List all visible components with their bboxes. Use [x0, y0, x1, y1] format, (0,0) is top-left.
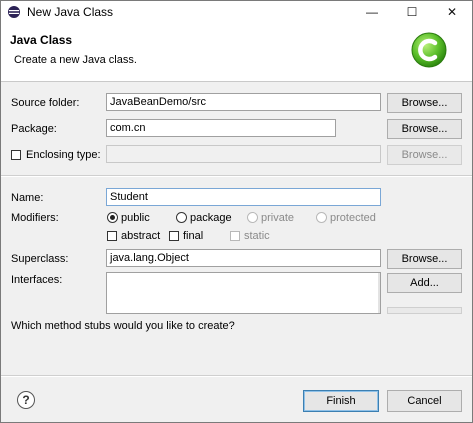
private-label: private [261, 212, 295, 224]
static-checkbox[interactable] [230, 231, 240, 241]
window-title: New Java Class [27, 5, 114, 19]
static-label: static [244, 230, 270, 242]
enclosing-type-label: Enclosing type: [26, 149, 101, 161]
source-folder-browse-button[interactable]: Browse... [387, 93, 462, 113]
page-title: Java Class [10, 33, 73, 47]
package-browse-button[interactable]: Browse... [387, 119, 462, 139]
close-button[interactable]: ✕ [432, 1, 472, 23]
abstract-checkbox[interactable] [107, 231, 117, 241]
source-folder-label: Source folder: [11, 97, 80, 109]
separator-highlight [1, 176, 472, 177]
protected-radio[interactable] [316, 212, 327, 223]
enclosing-type-input[interactable] [106, 145, 381, 163]
maximize-button[interactable]: ☐ [392, 1, 432, 23]
final-label: final [183, 230, 204, 242]
final-checkbox[interactable] [169, 231, 179, 241]
cancel-button[interactable]: Cancel [387, 390, 462, 412]
name-label: Name: [11, 192, 44, 204]
remove-interface-button[interactable] [387, 307, 462, 314]
wizard-header: Java Class Create a new Java class. [1, 23, 472, 82]
source-folder-input[interactable]: JavaBeanDemo/src [106, 93, 381, 111]
superclass-browse-button[interactable]: Browse... [387, 249, 462, 269]
package-label: Package: [11, 123, 57, 135]
package-radio[interactable] [176, 212, 187, 223]
abstract-label: abstract [121, 230, 161, 242]
interfaces-scrollbar[interactable] [378, 273, 380, 313]
minimize-button[interactable]: — [352, 1, 392, 23]
page-description: Create a new Java class. [14, 54, 137, 66]
eclipse-icon [8, 6, 20, 18]
help-icon[interactable]: ? [17, 391, 35, 409]
modifiers-label: Modifiers: [11, 212, 59, 224]
private-radio[interactable] [247, 212, 258, 223]
package-input[interactable]: com.cn [106, 119, 336, 137]
class-name-input[interactable]: Student [106, 188, 381, 206]
method-stubs-question: Which method stubs would you like to cre… [11, 320, 235, 332]
superclass-input[interactable]: java.lang.Object [106, 249, 381, 267]
interfaces-list[interactable] [106, 272, 381, 314]
interfaces-label: Interfaces: [11, 274, 63, 286]
superclass-label: Superclass: [11, 253, 69, 265]
add-interface-button[interactable]: Add... [387, 273, 462, 293]
public-label: public [121, 212, 150, 224]
protected-label: protected [330, 212, 376, 224]
public-radio[interactable] [107, 212, 118, 223]
java-class-wizard-icon [411, 32, 447, 68]
finish-button[interactable]: Finish [303, 390, 379, 412]
footer-separator-highlight [1, 376, 472, 377]
enclosing-type-browse-button[interactable]: Browse... [387, 145, 462, 165]
package-modifier-label: package [190, 212, 232, 224]
enclosing-type-checkbox[interactable] [11, 150, 21, 160]
title-bar: New Java Class — ☐ ✕ [1, 1, 472, 23]
new-java-class-dialog: New Java Class — ☐ ✕ Java Class Create a… [0, 0, 473, 423]
